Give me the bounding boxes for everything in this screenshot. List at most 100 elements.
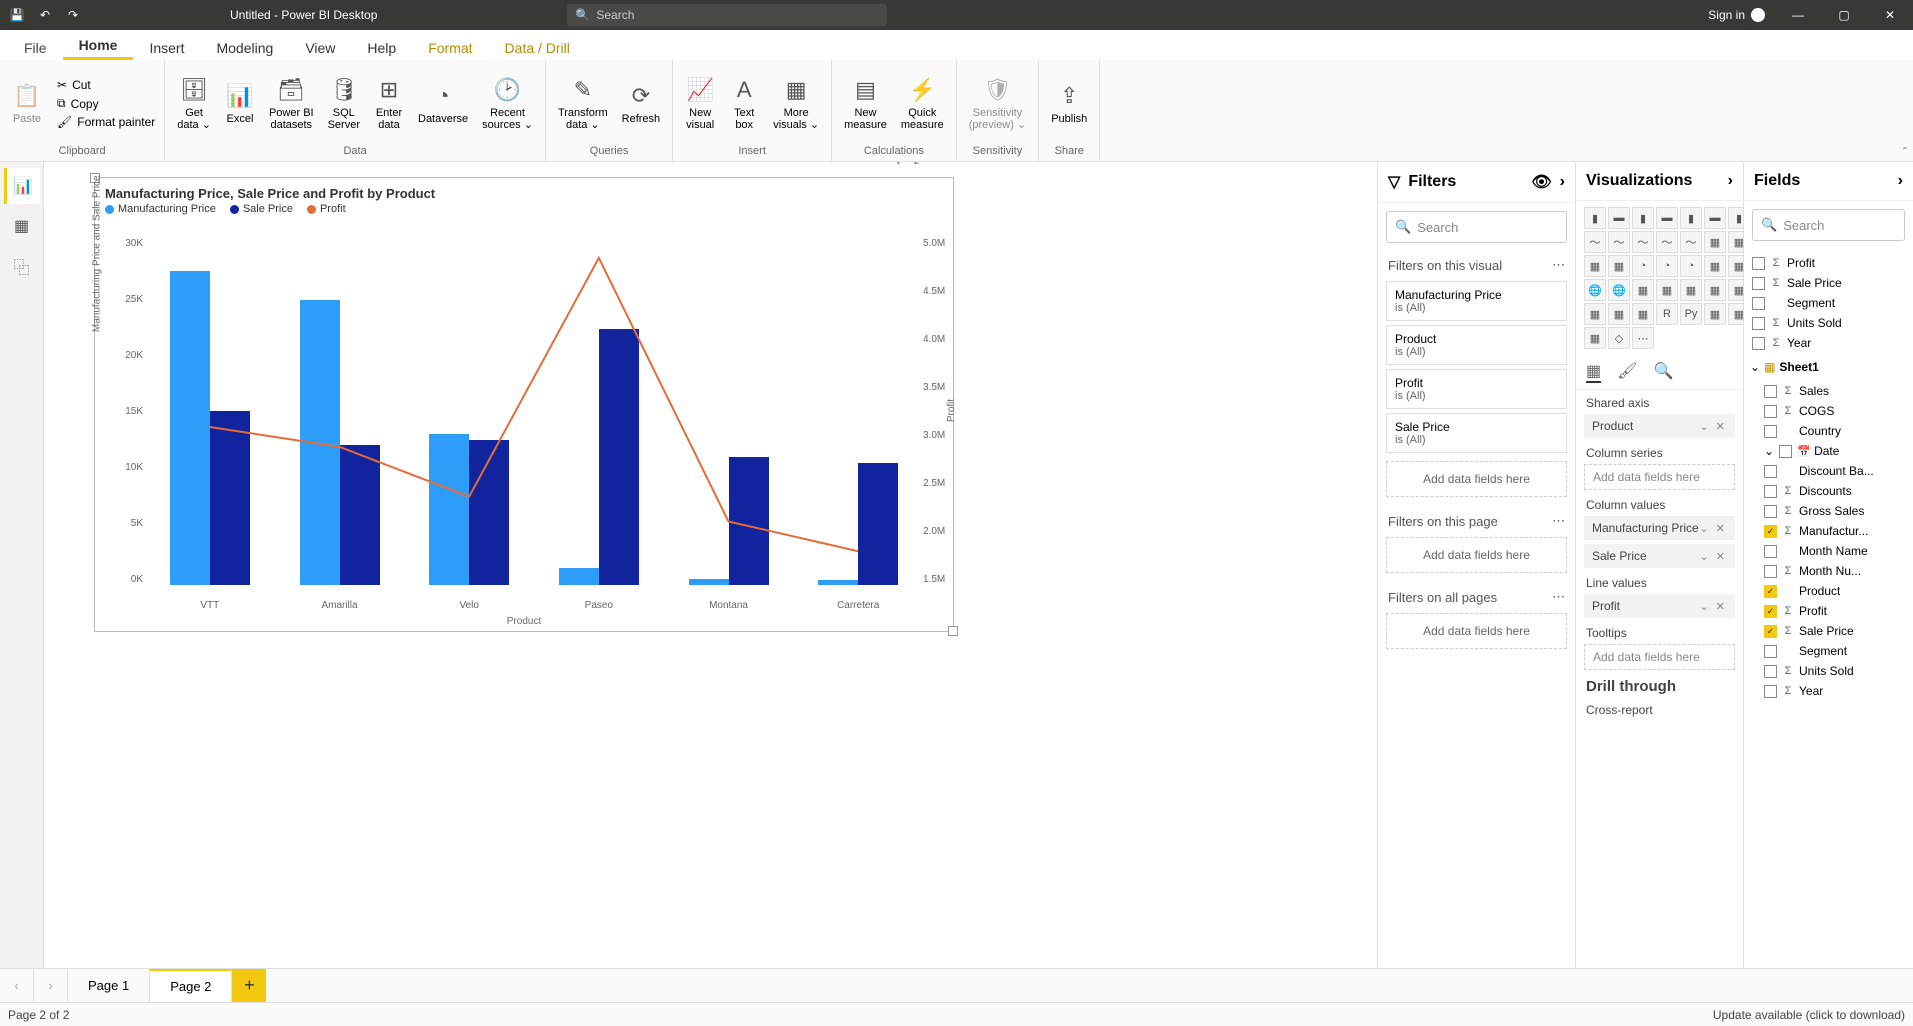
collapse-viz-icon[interactable]: › — [1728, 172, 1733, 190]
viz-type-icon[interactable]: ▦ — [1728, 255, 1743, 277]
field-item[interactable]: ✓Product — [1744, 581, 1913, 601]
collapse-fields-icon[interactable]: › — [1898, 172, 1903, 190]
more-visuals-button[interactable]: ▦More visuals ⌄ — [767, 63, 825, 145]
format-tab-icon[interactable]: 🖌 — [1617, 361, 1637, 383]
undo-icon[interactable]: ↶ — [34, 4, 56, 26]
checkbox[interactable] — [1764, 685, 1777, 698]
text-box-button[interactable]: AText box — [723, 63, 765, 145]
recent-sources-button[interactable]: 🕑Recent sources ⌄ — [476, 63, 539, 145]
analytics-tab-icon[interactable]: 🔍 — [1653, 361, 1673, 383]
checkbox[interactable]: ✓ — [1764, 625, 1777, 638]
fields-search[interactable]: 🔍Search — [1752, 209, 1905, 241]
checkbox[interactable] — [1752, 257, 1765, 270]
field-item[interactable]: Discount Ba... — [1744, 461, 1913, 481]
column-value-1[interactable]: Manufacturing Price⌄ ✕ — [1584, 516, 1735, 540]
viz-type-icon[interactable]: ◔ — [1680, 255, 1702, 277]
viz-type-icon[interactable]: ▦ — [1632, 279, 1654, 301]
checkbox[interactable]: ✓ — [1764, 585, 1777, 598]
checkbox[interactable] — [1764, 425, 1777, 438]
viz-type-icon[interactable]: ▦ — [1656, 279, 1678, 301]
field-item[interactable]: ΣCOGS — [1744, 401, 1913, 421]
data-view-button[interactable]: ▦ — [4, 208, 40, 244]
copy-button[interactable]: ⧉Copy — [54, 95, 158, 112]
field-item[interactable]: ✓ΣProfit — [1744, 601, 1913, 621]
filter-card[interactable]: Sale Priceis (All) — [1386, 413, 1567, 453]
field-item[interactable]: ✓ΣManufactur... — [1744, 521, 1913, 541]
save-icon[interactable]: 💾 — [6, 4, 28, 26]
viz-type-icon[interactable]: ◔ — [1632, 255, 1654, 277]
checkbox[interactable] — [1764, 485, 1777, 498]
viz-type-icon[interactable]: ◔ — [1656, 255, 1678, 277]
sql-server-button[interactable]: 🛢SQL Server — [322, 63, 366, 145]
more-icon[interactable]: ⋯ — [1552, 257, 1565, 273]
checkbox[interactable]: ✓ — [1764, 525, 1777, 538]
new-measure-button[interactable]: ▤New measure — [838, 63, 893, 145]
eye-icon[interactable]: 👁 — [1531, 172, 1551, 192]
close-icon[interactable]: ✕ — [1867, 0, 1913, 30]
visual-more-icon[interactable]: ⋯ — [935, 162, 949, 167]
quick-measure-button[interactable]: ⚡Quick measure — [895, 63, 950, 145]
pbi-datasets-button[interactable]: 🗃Power BI datasets — [263, 63, 320, 145]
enter-data-button[interactable]: ⊞Enter data — [368, 63, 410, 145]
viz-type-icon[interactable]: 〜 — [1656, 231, 1678, 253]
shared-axis-well[interactable]: Product⌄ ✕ — [1584, 414, 1735, 438]
sign-in-button[interactable]: Sign in — [1698, 8, 1775, 22]
viz-type-icon[interactable]: ▮ — [1584, 207, 1606, 229]
line-value-1[interactable]: Profit⌄ ✕ — [1584, 594, 1735, 618]
add-all-filter[interactable]: Add data fields here — [1386, 613, 1567, 649]
page-next[interactable]: › — [34, 969, 68, 1002]
field-item[interactable]: ΣYear — [1744, 681, 1913, 701]
more-icon[interactable]: ⋯ — [1552, 513, 1565, 529]
checkbox[interactable] — [1752, 297, 1765, 310]
visual-focus-icon[interactable]: ⤢ — [914, 162, 925, 167]
field-item[interactable]: Month Name — [1744, 541, 1913, 561]
checkbox[interactable] — [1764, 385, 1777, 398]
page-tab-2[interactable]: Page 2 — [150, 969, 232, 1002]
field-item[interactable]: ΣProfit — [1744, 253, 1913, 273]
viz-type-icon[interactable]: R — [1656, 303, 1678, 325]
visual-filter-icon[interactable]: ▽ — [893, 162, 904, 167]
model-view-button[interactable]: ⿻ — [4, 248, 40, 284]
checkbox[interactable] — [1764, 465, 1777, 478]
viz-type-icon[interactable]: ▦ — [1704, 279, 1726, 301]
checkbox[interactable] — [1779, 445, 1792, 458]
tab-file[interactable]: File — [8, 36, 63, 60]
field-item[interactable]: Segment — [1744, 293, 1913, 313]
viz-type-icon[interactable]: ▦ — [1728, 231, 1743, 253]
field-item[interactable]: Country — [1744, 421, 1913, 441]
tab-help[interactable]: Help — [351, 36, 412, 60]
field-item[interactable]: ⌄📅Date — [1744, 441, 1913, 461]
report-canvas[interactable]: ▽ ⤢ ⋯ Manufacturing Price, Sale Price an… — [44, 162, 1377, 968]
add-page-button[interactable]: + — [232, 969, 266, 1002]
column-value-2[interactable]: Sale Price⌄ ✕ — [1584, 544, 1735, 568]
transform-data-button[interactable]: ✎Transform data ⌄ — [552, 63, 614, 145]
checkbox[interactable] — [1764, 565, 1777, 578]
fields-tab-icon[interactable]: ▦ — [1586, 361, 1601, 383]
viz-type-icon[interactable]: ▦ — [1704, 231, 1726, 253]
field-item[interactable]: ΣSales — [1744, 381, 1913, 401]
get-data-button[interactable]: 🗄Get data ⌄ — [171, 63, 217, 145]
checkbox[interactable] — [1752, 277, 1765, 290]
checkbox[interactable] — [1764, 505, 1777, 518]
field-item[interactable]: ΣMonth Nu... — [1744, 561, 1913, 581]
chevron-down-icon[interactable]: ⌄ — [1764, 444, 1774, 458]
filters-search[interactable]: 🔍Search — [1386, 211, 1567, 243]
field-item[interactable]: ΣUnits Sold — [1744, 661, 1913, 681]
viz-type-icon[interactable]: Py — [1680, 303, 1702, 325]
checkbox[interactable] — [1752, 337, 1765, 350]
field-item[interactable]: ΣYear — [1744, 333, 1913, 353]
viz-type-icon[interactable]: 🌐 — [1608, 279, 1630, 301]
redo-icon[interactable]: ↷ — [62, 4, 84, 26]
tab-home[interactable]: Home — [63, 33, 134, 60]
tab-view[interactable]: View — [289, 36, 351, 60]
add-page-filter[interactable]: Add data fields here — [1386, 537, 1567, 573]
viz-type-icon[interactable]: ▦ — [1704, 303, 1726, 325]
checkbox[interactable] — [1752, 317, 1765, 330]
viz-type-icon[interactable]: ▦ — [1584, 327, 1606, 349]
tab-insert[interactable]: Insert — [133, 36, 200, 60]
viz-type-icon[interactable]: ▦ — [1728, 279, 1743, 301]
viz-type-icon[interactable]: ◇ — [1608, 327, 1630, 349]
field-item[interactable]: ✓ΣSale Price — [1744, 621, 1913, 641]
tab-format[interactable]: Format — [412, 36, 488, 60]
tab-modeling[interactable]: Modeling — [200, 36, 289, 60]
